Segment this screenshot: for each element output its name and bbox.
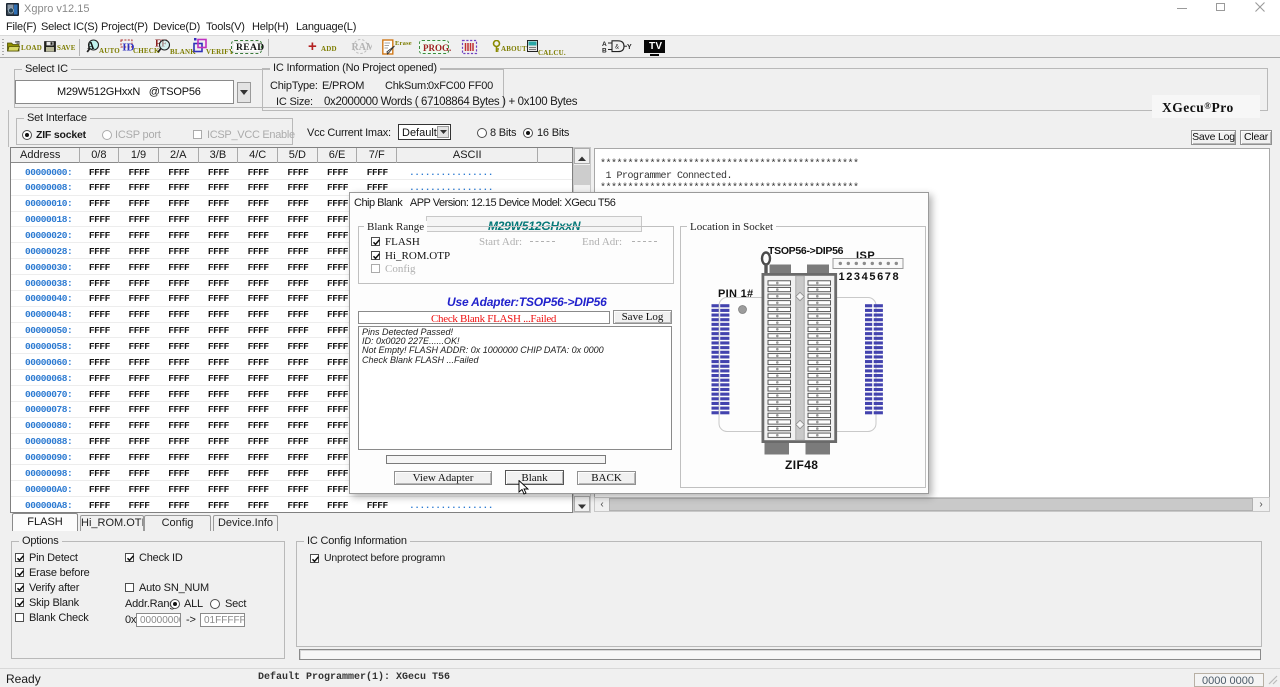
svg-text:12345678: 12345678 <box>839 271 901 283</box>
svg-text:ZIF48: ZIF48 <box>785 458 818 472</box>
svg-text:&: & <box>615 45 619 51</box>
svg-text:B: B <box>602 48 607 54</box>
svg-text:RAM: RAM <box>352 42 373 53</box>
svg-text:TSOP56->DIP56: TSOP56->DIP56 <box>768 245 844 257</box>
svg-text:A: A <box>87 41 95 52</box>
svg-text:Y: Y <box>627 44 632 51</box>
